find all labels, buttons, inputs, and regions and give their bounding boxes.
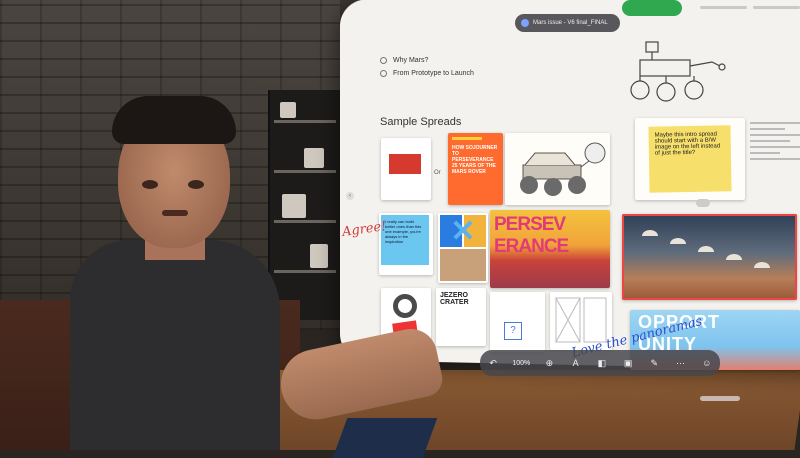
freeform-toolbar: ↶ 100% ⊕ A ◧ ▣ ✎ ⋯ ☺ xyxy=(480,350,720,376)
spread-card-rover[interactable] xyxy=(505,133,610,205)
text-icon[interactable]: A xyxy=(569,356,583,370)
shapes-icon[interactable]: ◧ xyxy=(595,356,609,370)
spread-card-placeholder[interactable]: ? xyxy=(490,292,545,352)
orange-headline: HOW SOJOURNER TO PERSEVERANCE 25 YEARS O… xyxy=(452,145,498,175)
document-title: Mars issue - V6 final_FINAL xyxy=(533,20,608,26)
persev-title-line1: PERSEV xyxy=(494,214,566,235)
selection-frame xyxy=(622,214,797,300)
share-button[interactable] xyxy=(622,0,682,16)
scroll-indicator[interactable] xyxy=(696,199,710,207)
pen-icon[interactable]: ✎ xyxy=(647,356,661,370)
bullet-icon xyxy=(380,70,387,77)
sticky-note[interactable]: Maybe this intro spread should start wit… xyxy=(648,125,732,193)
document-icon xyxy=(521,19,529,27)
zoom-level[interactable]: 100% xyxy=(512,360,530,367)
window-top-controls[interactable] xyxy=(700,4,800,12)
outline-item-label: Why Mars? xyxy=(393,57,429,64)
spread-card-cover[interactable] xyxy=(381,138,431,200)
blue-note[interactable]: I really can build better ones than this… xyxy=(381,215,429,265)
outline-item-label: From Prototype to Launch xyxy=(393,70,474,77)
spread-card-landing[interactable] xyxy=(622,214,797,300)
spread-card-bluenote[interactable]: I really can build better ones than this… xyxy=(379,213,433,275)
jezero-title: JEZERO CRATER xyxy=(440,292,469,306)
rover-illustration-icon xyxy=(520,142,606,196)
spread-card-perseverance[interactable]: PERSEV ERANCE xyxy=(490,210,610,288)
desk-object xyxy=(332,418,438,458)
text-spread[interactable] xyxy=(750,118,800,188)
more-icon[interactable]: ⋯ xyxy=(674,356,688,370)
x-mark-icon: ✕ xyxy=(450,215,476,248)
persev-title-line2: ERANCE xyxy=(494,236,569,257)
media-icon[interactable]: ▣ xyxy=(621,356,635,370)
spread-card-orange[interactable]: HOW SOJOURNER TO PERSEVERANCE 25 YEARS O… xyxy=(448,133,503,205)
placeholder-question: ? xyxy=(504,322,522,340)
collaborate-icon[interactable]: ☺ xyxy=(700,356,714,370)
bullet-icon xyxy=(380,57,387,64)
document-title-pill[interactable]: Mars issue - V6 final_FINAL xyxy=(515,14,620,32)
person-torso xyxy=(70,240,280,450)
undo-icon[interactable]: ↶ xyxy=(486,356,500,370)
section-title: Sample Spreads xyxy=(380,116,462,128)
person-hair xyxy=(112,96,236,144)
spread-card-collage[interactable]: ✕ xyxy=(438,213,488,283)
outline-item[interactable]: From Prototype to Launch xyxy=(380,67,474,80)
window-grabber[interactable] xyxy=(700,396,740,401)
spread-card-jezero[interactable]: JEZERO CRATER xyxy=(436,288,486,346)
insert-icon[interactable]: ⊕ xyxy=(542,356,556,370)
outline-item[interactable]: Why Mars? xyxy=(380,54,474,67)
or-label: Or xyxy=(434,170,441,176)
outline-list: Why Mars? From Prototype to Launch xyxy=(380,54,474,80)
person-mouth xyxy=(162,210,188,216)
rover-sketch-icon[interactable] xyxy=(610,36,730,106)
person xyxy=(60,90,280,450)
page-indicator[interactable]: ‹ xyxy=(346,192,354,200)
spread-card-sticky[interactable]: Maybe this intro spread should start wit… xyxy=(635,118,745,200)
